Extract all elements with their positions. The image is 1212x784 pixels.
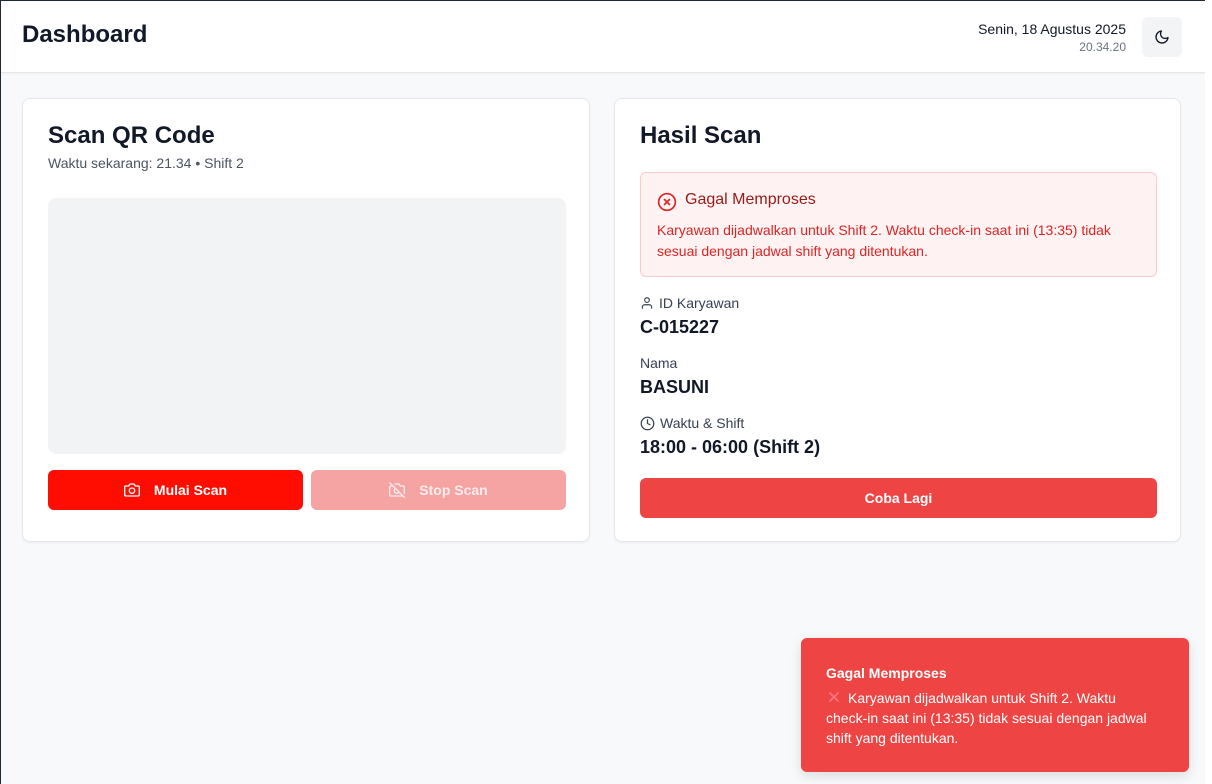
name-label-text: Nama	[640, 355, 678, 371]
name-value: BASUNI	[640, 377, 710, 397]
alert-title: Gagal Memproses	[685, 191, 816, 208]
stop-scan-label: Stop Scan	[419, 482, 488, 498]
x-circle-icon	[657, 192, 677, 212]
stop-scan-button[interactable]: Stop Scan	[311, 470, 566, 510]
toast-title: Gagal Memproses	[826, 665, 947, 681]
time-shift-label-text: Waktu & Shift	[660, 415, 745, 431]
error-toast[interactable]: Gagal Memproses Karyawan dijadwalkan unt…	[801, 638, 1189, 772]
user-icon	[641, 297, 653, 309]
current-time: 20.34.20	[1079, 40, 1126, 54]
theme-toggle-button[interactable]	[1142, 17, 1182, 57]
camera-off-icon	[389, 482, 406, 498]
toast-message: Karyawan dijadwalkan untuk Shift 2. Wakt…	[826, 690, 1147, 746]
scan-card: Scan QR Code Waktu sekarang: 21.34 • Shi…	[22, 98, 590, 542]
start-scan-label: Mulai Scan	[153, 482, 228, 498]
time-shift-label: Waktu & Shift	[640, 415, 744, 431]
page-title: Dashboard	[22, 21, 148, 48]
camera-preview	[48, 198, 566, 454]
result-card-title: Hasil Scan	[640, 122, 762, 149]
time-shift-value: 18:00 - 06:00 (Shift 2)	[640, 437, 821, 457]
scan-card-subtitle: Waktu sekarang: 21.34 • Shift 2	[48, 155, 244, 171]
name-label: Nama	[640, 355, 677, 371]
datetime-display: Senin, 18 Agustus 2025 20.34.20	[978, 20, 1126, 55]
error-alert: Gagal Memproses Karyawan dijadwalkan unt…	[640, 172, 1157, 277]
start-scan-button[interactable]: Mulai Scan	[48, 470, 303, 510]
employee-id-value: C-015227	[640, 317, 720, 337]
window-edge	[1205, 0, 1212, 784]
clock-icon	[640, 416, 655, 430]
toast-body: Karyawan dijadwalkan untuk Shift 2. Wakt…	[826, 688, 1156, 748]
top-header: Dashboard Senin, 18 Agustus 2025 20.34.2…	[1, 1, 1205, 73]
employee-id-label-text: ID Karyawan	[659, 295, 740, 311]
camera-icon	[123, 483, 140, 497]
scan-card-title: Scan QR Code	[48, 122, 215, 149]
current-date: Senin, 18 Agustus 2025	[978, 21, 1126, 37]
x-icon	[829, 692, 839, 702]
moon-icon	[1155, 30, 1169, 44]
result-card: Hasil Scan Gagal Memproses Karyawan dija…	[614, 98, 1181, 542]
employee-id-label: ID Karyawan	[640, 295, 739, 311]
alert-message: Karyawan dijadwalkan untuk Shift 2. Wakt…	[657, 222, 1111, 259]
retry-button[interactable]: Coba Lagi	[640, 478, 1157, 518]
app-frame: Dashboard Senin, 18 Agustus 2025 20.34.2…	[0, 0, 1205, 784]
